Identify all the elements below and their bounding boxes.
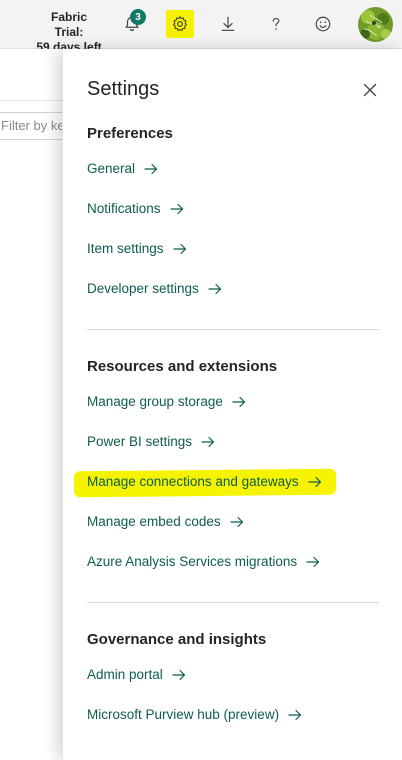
link-label: Admin portal xyxy=(87,667,163,682)
gear-icon xyxy=(172,16,188,32)
section-title-preferences: Preferences xyxy=(87,125,173,142)
link-label: Manage group storage xyxy=(87,394,223,409)
link-label: Item settings xyxy=(87,241,164,256)
section-divider xyxy=(87,329,379,330)
avatar-image xyxy=(358,7,393,42)
section-divider xyxy=(87,602,379,603)
link-notifications[interactable]: Notifications xyxy=(87,201,184,216)
arrow-right-icon xyxy=(232,396,246,408)
link-label: Microsoft Purview hub (preview) xyxy=(87,707,280,722)
link-manage-embed-codes[interactable]: Manage embed codes xyxy=(87,514,244,529)
arrow-right-icon xyxy=(306,556,320,568)
arrow-right-icon xyxy=(144,163,158,175)
arrow-right-icon xyxy=(169,203,184,215)
arrow-right-icon xyxy=(229,516,244,528)
arrow-right-icon xyxy=(288,709,302,721)
arrow-right-icon xyxy=(308,476,322,488)
close-icon xyxy=(363,83,377,97)
top-header: Fabric Trial: 59 days left 3 xyxy=(0,0,402,54)
section-title-governance: Governance and insights xyxy=(87,631,267,648)
link-label: Manage embed codes xyxy=(87,514,221,529)
smiley-icon xyxy=(315,16,331,32)
download-button[interactable] xyxy=(212,8,244,40)
filter-input[interactable]: Filter by ke xyxy=(0,112,62,140)
link-label: Notifications xyxy=(87,201,161,216)
background-divider xyxy=(0,100,63,101)
section-title-resources: Resources and extensions xyxy=(87,358,278,375)
link-label: Manage connections and gateways xyxy=(87,474,299,489)
notifications-button[interactable]: 3 xyxy=(116,8,148,40)
link-label: Developer settings xyxy=(87,281,199,296)
link-label: General xyxy=(87,161,136,176)
help-icon xyxy=(272,17,280,30)
settings-panel: Settings Preferences General Notificatio… xyxy=(63,49,402,760)
background-page: Filter by ke xyxy=(0,49,63,760)
link-item-settings[interactable]: Item settings xyxy=(87,241,187,256)
download-icon xyxy=(221,16,235,31)
user-avatar[interactable] xyxy=(358,7,393,42)
link-general[interactable]: General xyxy=(87,161,158,176)
arrow-right-icon xyxy=(208,283,222,295)
feedback-button[interactable] xyxy=(307,8,339,40)
link-manage-group-storage[interactable]: Manage group storage xyxy=(87,394,246,409)
help-button[interactable] xyxy=(260,8,292,40)
settings-button[interactable] xyxy=(166,10,194,38)
link-power-bi-settings[interactable]: Power BI settings xyxy=(87,434,215,449)
link-label: Power BI settings xyxy=(87,434,193,449)
link-label: Azure Analysis Services migrations xyxy=(87,554,298,569)
arrow-right-icon xyxy=(172,669,186,681)
close-button[interactable] xyxy=(361,81,379,99)
link-developer-settings[interactable]: Developer settings xyxy=(87,281,222,296)
arrow-right-icon xyxy=(172,243,187,255)
link-manage-connections-and-gateways[interactable]: Manage connections and gateways xyxy=(87,474,322,489)
panel-title: Settings xyxy=(87,78,160,100)
link-microsoft-purview-hub[interactable]: Microsoft Purview hub (preview) xyxy=(87,707,302,722)
trial-label: Fabric Trial: xyxy=(50,10,87,39)
link-azure-analysis-services-migrations[interactable]: Azure Analysis Services migrations xyxy=(87,554,320,569)
link-admin-portal[interactable]: Admin portal xyxy=(87,667,186,682)
arrow-right-icon xyxy=(201,436,215,448)
notification-count-badge: 3 xyxy=(130,9,146,25)
